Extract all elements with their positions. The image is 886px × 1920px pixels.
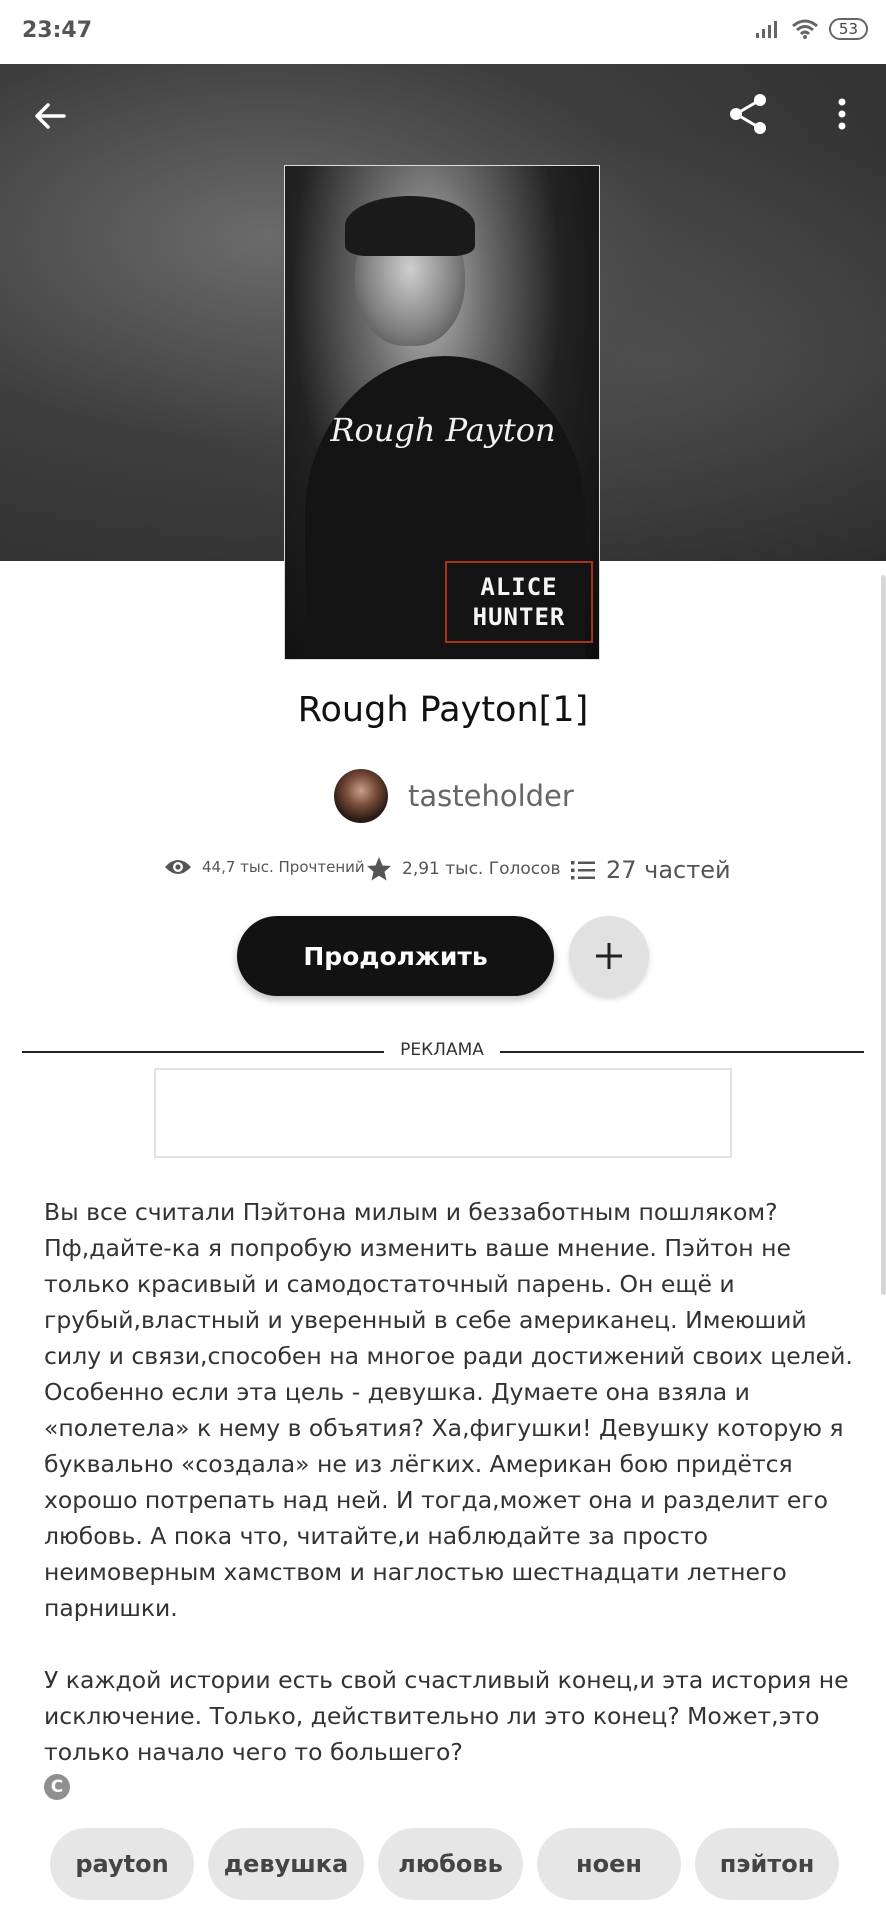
status-bar: 23:47 53: [0, 0, 886, 64]
reads-stat: 44,7 тыс. Прочтений: [164, 856, 365, 878]
share-icon: [730, 94, 766, 134]
arrow-left-icon: [35, 103, 66, 129]
cover-stamp-line1: ALICE: [480, 573, 558, 601]
tag-list: payton девушка любовь ноен пэйтон: [50, 1828, 839, 1900]
more-vertical-icon: [838, 98, 846, 130]
story-description: Вы все считали Пэйтона милым и беззаботн…: [44, 1194, 854, 1770]
reads-count: 44,7 тыс. Прочтений: [202, 858, 365, 876]
signal-icon: [755, 21, 777, 38]
ad-divider-right: [500, 1051, 864, 1053]
eye-icon: [165, 860, 191, 874]
tag-noen[interactable]: ноен: [537, 1828, 681, 1900]
author-avatar[interactable]: [334, 769, 388, 823]
plus-icon: [596, 943, 622, 969]
list-icon: [571, 861, 595, 880]
more-options-button[interactable]: [830, 94, 854, 134]
copyright-icon: C: [44, 1774, 70, 1800]
add-to-library-button[interactable]: [569, 916, 649, 996]
description-paragraph: У каждой истории есть свой счастливый ко…: [44, 1666, 849, 1766]
wifi-icon: [791, 19, 818, 39]
book-title: Rough Payton[1]: [297, 690, 589, 730]
status-icons: 53: [755, 18, 868, 40]
tag-devushka[interactable]: девушка: [208, 1828, 364, 1900]
cover-author-stamp: ALICE HUNTER: [445, 561, 593, 643]
description-paragraph: Вы все считали Пэйтона милым и беззаботн…: [44, 1198, 853, 1622]
story-stats: 44,7 тыс. Прочтений 2,91 тыс. Голосов 27…: [0, 856, 886, 892]
share-button[interactable]: [724, 90, 772, 138]
scrollbar[interactable]: [881, 575, 886, 1295]
votes-count: 2,91 тыс. Голосов: [402, 859, 561, 879]
tag-lyubov[interactable]: любовь: [378, 1828, 523, 1900]
ad-divider-left: [22, 1051, 384, 1053]
star-icon: [367, 857, 391, 881]
parts-count[interactable]: 27 частей: [606, 856, 731, 884]
ad-banner[interactable]: [154, 1068, 732, 1158]
cover-title: Rough Payton: [330, 411, 556, 449]
cover-figure-hair: [345, 196, 475, 256]
back-button[interactable]: [30, 96, 70, 136]
continue-reading-button[interactable]: Продолжить: [237, 916, 554, 996]
battery-indicator: 53: [828, 18, 868, 40]
votes-stat: 2,91 тыс. Голосов: [366, 856, 561, 882]
ad-label: РЕКЛАМА: [400, 1040, 484, 1060]
parts-stat[interactable]: 27 частей: [570, 856, 731, 884]
tag-payton[interactable]: payton: [50, 1828, 194, 1900]
cover-stamp-line2: HUNTER: [472, 603, 566, 631]
author-name[interactable]: tasteholder: [408, 779, 574, 813]
book-cover: Rough Payton ALICE HUNTER: [284, 165, 600, 660]
status-time: 23:47: [22, 18, 93, 43]
tag-peyton[interactable]: пэйтон: [695, 1828, 839, 1900]
author-link[interactable]: tasteholder: [334, 768, 574, 824]
